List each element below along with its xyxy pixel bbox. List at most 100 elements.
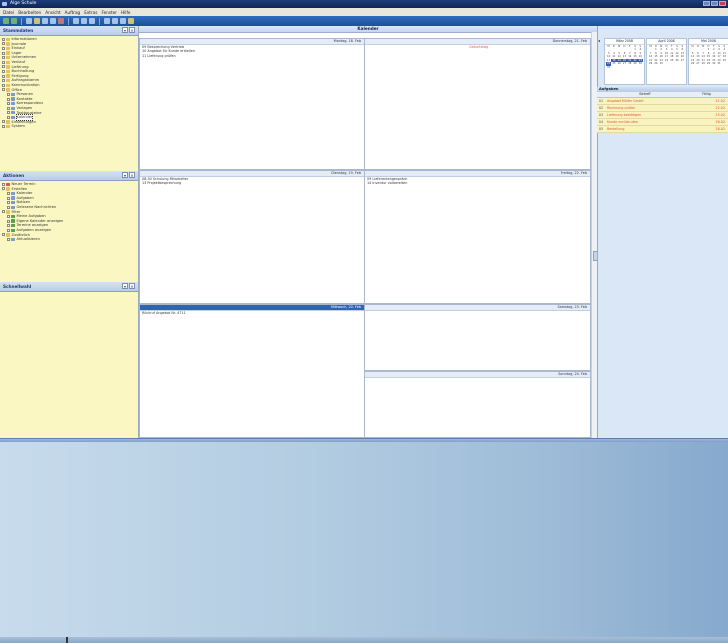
close-button[interactable] xyxy=(719,1,726,6)
taskbar xyxy=(0,637,728,643)
mini-calendar[interactable]: April 2008 M D M D F S S 1 2 3 4 5 6 7 8 9 10 11 12 13 14 15 16… xyxy=(646,38,687,85)
appointment[interactable]: 13 Projektbesprechung xyxy=(140,181,364,185)
appointment[interactable]: 14 Inventur vorbereiten xyxy=(365,181,590,185)
expand-icon[interactable] xyxy=(2,88,5,92)
expand-icon[interactable] xyxy=(2,74,5,78)
col-due[interactable]: Fällig xyxy=(685,92,728,97)
expand-icon[interactable] xyxy=(2,60,5,64)
expand-icon[interactable] xyxy=(2,46,5,50)
prev-month-icon[interactable]: ◂ xyxy=(598,38,600,43)
menu-file[interactable]: Datei xyxy=(3,10,14,15)
menu-help[interactable]: Hilfe xyxy=(121,10,131,15)
filter-icon[interactable] xyxy=(112,18,118,24)
appointment[interactable]: 11 Lieferung prüfen xyxy=(140,54,364,58)
print-icon[interactable] xyxy=(50,18,56,24)
task-row[interactable]: 02 Rechnung prüfen 22.02. xyxy=(597,105,728,112)
pin-button[interactable]: ▾ xyxy=(122,172,128,178)
task-row[interactable]: 01 Angebot Müller GmbH 21.02. xyxy=(597,98,728,105)
col-subject[interactable]: Betreff xyxy=(605,92,685,97)
day-cell[interactable]: Dienstag, 19. Feb 08:30 Schulung Mitarbei… xyxy=(139,170,365,304)
mini-calendar-day[interactable]: 27 xyxy=(680,59,685,63)
pin-button[interactable]: ▾ xyxy=(122,27,128,33)
save-icon[interactable] xyxy=(42,18,48,24)
expand-icon[interactable] xyxy=(2,210,5,214)
tree-node[interactable]: Aktualisieren xyxy=(2,237,136,242)
menu-edit[interactable]: Bearbeiten xyxy=(18,10,41,15)
expand-icon[interactable] xyxy=(7,92,10,96)
desktop-background xyxy=(0,442,728,643)
minimize-button[interactable] xyxy=(703,1,710,6)
day-view-icon[interactable] xyxy=(73,18,79,24)
expand-icon[interactable] xyxy=(7,205,10,209)
expand-icon[interactable] xyxy=(2,65,5,69)
day-cell[interactable]: Montag, 18. Feb 09 Besprechung Vertrieb 10… xyxy=(139,38,365,170)
expand-icon[interactable] xyxy=(7,224,10,228)
new-icon[interactable] xyxy=(26,18,32,24)
task-subject: Lieferung bestätigen xyxy=(607,113,642,117)
menu-view[interactable]: Ansicht xyxy=(45,10,60,15)
expand-icon[interactable] xyxy=(2,56,5,60)
maximize-button[interactable] xyxy=(711,1,718,6)
expand-icon[interactable] xyxy=(7,214,10,218)
expand-icon[interactable] xyxy=(2,187,5,191)
col-num[interactable] xyxy=(597,92,605,97)
expand-icon[interactable] xyxy=(2,37,5,41)
appointment[interactable]: Geburtstag xyxy=(365,45,590,49)
day-cell[interactable]: Freitag, 22. Feb 09 Lieferantengespräch 14… xyxy=(364,170,591,304)
taskbar-marker xyxy=(66,637,68,643)
mini-calendar-day[interactable]: 30 xyxy=(659,62,664,66)
expand-icon[interactable] xyxy=(7,115,10,119)
expand-icon[interactable] xyxy=(7,102,10,106)
expand-icon[interactable] xyxy=(2,125,5,129)
month-view-icon[interactable] xyxy=(89,18,95,24)
expand-icon[interactable] xyxy=(7,191,10,195)
expand-icon[interactable] xyxy=(7,219,10,223)
mini-calendar[interactable]: Mai 2008 M D M D F S S 1 2 3 4 5 6 7 8 9 10 11 12 13 14 15 16 17… xyxy=(688,38,728,85)
search-icon[interactable] xyxy=(104,18,110,24)
task-row[interactable]: 05 Bestellung 28.02. xyxy=(597,126,728,133)
day-cell[interactable]: Samstag, 23. Feb xyxy=(364,304,591,371)
expand-icon[interactable] xyxy=(2,79,5,83)
expand-icon[interactable] xyxy=(2,51,5,55)
open-icon[interactable] xyxy=(34,18,40,24)
menu-window[interactable]: Fenster xyxy=(101,10,117,15)
expand-icon[interactable] xyxy=(7,237,10,241)
close-panel-button[interactable]: × xyxy=(129,283,135,289)
appointment[interactable]: Rückruf Angebot Nr. 4711 xyxy=(140,311,364,315)
expand-icon[interactable] xyxy=(2,42,5,46)
back-icon[interactable] xyxy=(3,18,9,24)
expand-icon[interactable] xyxy=(2,120,5,124)
day-cell[interactable]: Donnerstag, 21. Feb Geburtstag xyxy=(364,38,591,170)
mini-calendar-day[interactable]: 31 xyxy=(716,62,721,66)
expand-icon[interactable] xyxy=(7,228,10,232)
task-row[interactable]: 04 Kunde zurückrufen 26.02. xyxy=(597,119,728,126)
task-row[interactable]: 03 Lieferung bestätigen 25.02. xyxy=(597,112,728,119)
week-view-icon[interactable] xyxy=(81,18,87,24)
mini-calendar[interactable]: März 2008 M D M D F S S 1 2 3 4 5 6 7 8 9 10 11 12 13 14 15 16 1… xyxy=(604,38,645,85)
refresh-icon[interactable] xyxy=(120,18,126,24)
menu-order[interactable]: Auftrag xyxy=(65,10,81,15)
day-cell[interactable]: Mittwoch, 20. Feb Rückruf Angebot Nr. 471… xyxy=(139,304,365,438)
expand-icon[interactable] xyxy=(2,182,5,186)
close-panel-button[interactable]: × xyxy=(129,27,135,33)
mini-calendar-day[interactable]: 25 xyxy=(722,59,727,63)
expand-icon[interactable] xyxy=(2,233,5,237)
expand-icon[interactable] xyxy=(7,201,10,205)
expand-icon[interactable] xyxy=(7,106,10,110)
help-icon[interactable] xyxy=(128,18,134,24)
expand-icon[interactable] xyxy=(2,83,5,87)
delete-icon[interactable] xyxy=(58,18,64,24)
close-panel-button[interactable]: × xyxy=(129,172,135,178)
day-cell[interactable]: Sonntag, 24. Feb xyxy=(364,371,591,438)
folder-icon xyxy=(6,37,10,41)
tree-node[interactable]: System xyxy=(2,124,136,129)
mini-calendar-day[interactable]: 31 xyxy=(606,66,611,70)
forward-icon[interactable] xyxy=(11,18,17,24)
menu-extras[interactable]: Extras xyxy=(84,10,97,15)
mini-calendar-day[interactable]: 30 xyxy=(638,62,643,66)
expand-icon[interactable] xyxy=(7,196,10,200)
expand-icon[interactable] xyxy=(7,111,10,115)
expand-icon[interactable] xyxy=(7,97,10,101)
pin-button[interactable]: ▾ xyxy=(122,283,128,289)
expand-icon[interactable] xyxy=(2,69,5,73)
